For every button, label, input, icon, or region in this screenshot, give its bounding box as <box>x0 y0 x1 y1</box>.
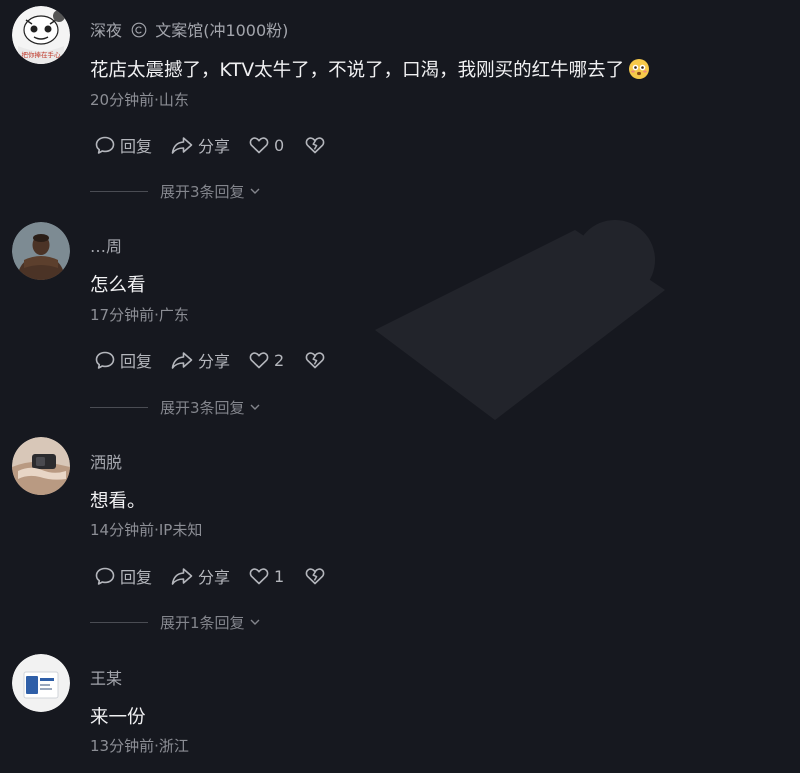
reply-icon <box>94 565 116 587</box>
comment-text: 来一份 <box>90 707 146 728</box>
dislike-button[interactable] <box>304 565 326 587</box>
broken-heart-icon <box>304 134 326 156</box>
chevron-down-icon <box>249 614 261 632</box>
like-button[interactable]: 1 <box>248 565 284 587</box>
comment-meta: 17分钟前·广东 <box>90 306 189 324</box>
comment-meta: 14分钟前·IP未知 <box>90 521 203 539</box>
like-count: 2 <box>274 350 285 370</box>
expand-replies-button[interactable]: 展开1条回复 <box>90 612 261 633</box>
divider-line <box>90 622 148 623</box>
like-count: 0 <box>274 135 285 155</box>
share-icon <box>170 349 194 371</box>
reply-button[interactable]: 回复 <box>94 564 152 588</box>
heart-icon <box>248 134 270 156</box>
like-button[interactable]: 2 <box>248 349 284 371</box>
share-button[interactable]: 分享 <box>170 564 230 588</box>
share-button[interactable]: 分享 <box>170 133 230 157</box>
avatar[interactable] <box>12 222 70 280</box>
reply-icon <box>94 134 116 156</box>
username[interactable]: 王某 <box>90 665 122 689</box>
username[interactable]: 洒脱 <box>90 449 122 473</box>
comment-text: 想看。 <box>90 491 146 512</box>
share-button[interactable]: 分享 <box>170 348 230 372</box>
avatar[interactable]: 把你捧在手心 <box>12 6 70 64</box>
action-bar: 回复 分享 2 <box>94 348 326 372</box>
action-bar: 回复 分享 1 <box>94 564 326 588</box>
flushed-face-emoji <box>628 58 650 85</box>
share-label: 分享 <box>198 568 231 587</box>
broken-heart-icon <box>304 565 326 587</box>
reply-button[interactable]: 回复 <box>94 133 152 157</box>
username[interactable]: 深夜 文案馆(冲1000粉) <box>90 17 288 42</box>
comment-text: 怎么看 <box>90 275 146 296</box>
divider-line <box>90 191 148 192</box>
comment-meta: 13分钟前·浙江 <box>90 737 189 755</box>
username-text: 深夜 <box>90 21 123 40</box>
share-icon <box>170 134 194 156</box>
avatar-caption: 把你捧在手心 <box>22 50 62 59</box>
avatar[interactable] <box>12 437 70 495</box>
share-label: 分享 <box>198 352 231 371</box>
broken-heart-icon <box>304 349 326 371</box>
reply-button[interactable]: 回复 <box>94 348 152 372</box>
copyright-circle-icon <box>131 22 147 42</box>
chevron-down-icon <box>249 183 261 201</box>
comment-text-content: 花店太震撼了，KTV太牛了，不说了，口渴，我刚买的红牛哪去了 <box>90 60 625 81</box>
expand-replies-label: 展开3条回复 <box>160 183 245 201</box>
reply-icon <box>94 349 116 371</box>
reply-label: 回复 <box>120 137 153 156</box>
expand-replies-button[interactable]: 展开3条回复 <box>90 397 261 418</box>
expand-replies-label: 展开1条回复 <box>160 614 245 632</box>
dislike-button[interactable] <box>304 349 326 371</box>
reply-label: 回复 <box>120 568 153 587</box>
heart-icon <box>248 565 270 587</box>
reply-label: 回复 <box>120 352 153 371</box>
username-badge: 文案馆(冲1000粉) <box>155 21 289 40</box>
expand-replies-button[interactable]: 展开3条回复 <box>90 181 261 202</box>
chevron-down-icon <box>249 399 261 417</box>
like-count: 1 <box>274 566 285 586</box>
avatar[interactable] <box>12 654 70 712</box>
comment-meta: 20分钟前·山东 <box>90 91 189 109</box>
comment-text: 花店太震撼了，KTV太牛了，不说了，口渴，我刚买的红牛哪去了 <box>90 56 650 85</box>
heart-icon <box>248 349 270 371</box>
username[interactable]: …周 <box>90 233 122 257</box>
share-label: 分享 <box>198 137 231 156</box>
action-bar: 回复 分享 0 <box>94 133 326 157</box>
expand-replies-label: 展开3条回复 <box>160 399 245 417</box>
share-icon <box>170 565 194 587</box>
like-button[interactable]: 0 <box>248 134 284 156</box>
watermark-graphic <box>375 220 665 420</box>
divider-line <box>90 407 148 408</box>
dislike-button[interactable] <box>304 134 326 156</box>
